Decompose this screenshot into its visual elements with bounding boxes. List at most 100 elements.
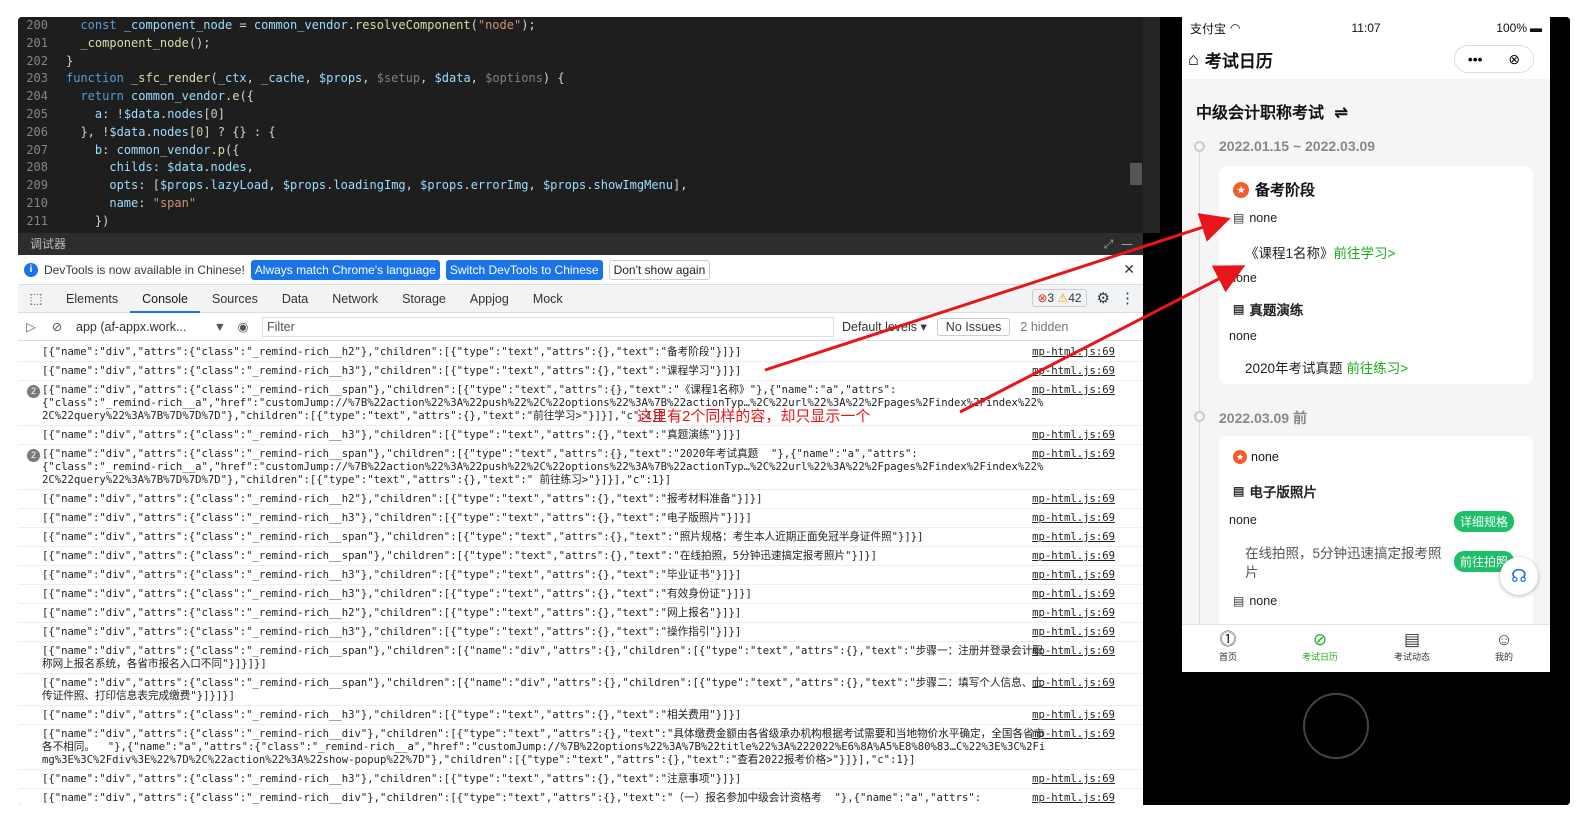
- phone-screen: 支付宝 ◠ 11:07 100% ▬ ⌂ 考试日历 ••• ⊗ 中级会计职称考试…: [1182, 17, 1550, 672]
- tab-mock[interactable]: Mock: [521, 285, 575, 313]
- tab-appjog[interactable]: Appjog: [458, 285, 521, 313]
- source-link[interactable]: mp-html.js:69: [1032, 626, 1115, 639]
- console-output[interactable]: [{"name":"div","attrs":{"class":"_remind…: [18, 343, 1143, 805]
- no-issues-button[interactable]: No Issues: [936, 317, 1011, 336]
- tab-storage[interactable]: Storage: [390, 285, 458, 313]
- clear-console-icon[interactable]: ⊘: [44, 319, 70, 334]
- source-link[interactable]: mp-html.js:69: [1032, 550, 1115, 563]
- source-link[interactable]: mp-html.js:69: [1032, 773, 1115, 786]
- switch-chinese-button[interactable]: Switch DevTools to Chinese: [445, 259, 603, 280]
- console-log-row[interactable]: [{"name":"div","attrs":{"class":"_remind…: [18, 623, 1143, 642]
- tab-data[interactable]: Data: [270, 285, 320, 313]
- source-link[interactable]: mp-html.js:69: [1032, 677, 1115, 690]
- tab-mine-label: 我的: [1494, 652, 1513, 662]
- tab-elements[interactable]: Elements: [54, 285, 130, 313]
- photo-heading: ▤ 电子版照片: [1233, 481, 1317, 501]
- tab-news[interactable]: ▤ 考试动态: [1366, 625, 1458, 672]
- console-log-row[interactable]: 2 [{"name":"div","attrs":{"class":"_remin…: [18, 445, 1143, 490]
- go-practice-link[interactable]: 前往练习>: [1346, 357, 1408, 377]
- source-link[interactable]: mp-html.js:69: [1032, 493, 1115, 506]
- source-link[interactable]: mp-html.js:69: [1032, 709, 1115, 722]
- console-log-row[interactable]: [{"name":"div","attrs":{"class":"_remind…: [18, 725, 1143, 770]
- console-log-row[interactable]: [{"name":"div","attrs":{"class":"_remind…: [18, 770, 1143, 789]
- console-log-row[interactable]: [{"name":"div","attrs":{"class":"_remind…: [18, 642, 1143, 674]
- sidebar-toggle-icon[interactable]: ▷: [18, 319, 44, 334]
- home-icon[interactable]: ⌂: [1188, 49, 1199, 70]
- source-link[interactable]: mp-html.js:69: [1032, 588, 1115, 601]
- code-text: return common_vendor.e({: [80, 89, 254, 104]
- swap-icon[interactable]: ⇌: [1334, 105, 1347, 122]
- source-link[interactable]: mp-html.js:69: [1032, 429, 1115, 442]
- phone-home-button[interactable]: [1303, 693, 1369, 759]
- more-icon[interactable]: •••: [1468, 51, 1483, 67]
- console-log-row[interactable]: [{"name":"div","attrs":{"class":"_remind…: [18, 566, 1143, 585]
- console-log-row[interactable]: [{"name":"div","attrs":{"class":"_remind…: [18, 706, 1143, 725]
- console-log-row[interactable]: [{"name":"div","attrs":{"class":"_remind…: [18, 509, 1143, 528]
- source-link[interactable]: mp-html.js:69: [1032, 512, 1115, 525]
- line-number: 206: [26, 124, 48, 139]
- go-study-link[interactable]: 前往学习>: [1334, 242, 1396, 262]
- console-log-row[interactable]: [{"name":"div","attrs":{"class":"_remind…: [18, 426, 1143, 445]
- compass-icon: ⊘: [1312, 630, 1328, 649]
- tab-home[interactable]: ⓵ 首页: [1182, 625, 1274, 672]
- exam-title[interactable]: 中级会计职称考试 ⇌: [1196, 99, 1348, 123]
- inspect-element-icon[interactable]: ⬚: [18, 285, 54, 313]
- line-number: 200: [26, 18, 48, 32]
- tab-mine[interactable]: ☺ 我的: [1458, 625, 1550, 672]
- close-circle-icon[interactable]: ⊗: [1508, 51, 1520, 68]
- detail-spec-button[interactable]: 详细规格: [1454, 511, 1515, 532]
- info-icon: i: [24, 262, 38, 277]
- log-message: [{"name":"div","attrs":{"class":"_remind…: [42, 569, 742, 581]
- log-message: [{"name":"div","attrs":{"class":"_remind…: [42, 645, 1043, 670]
- capsule-menu: ••• ⊗: [1454, 45, 1534, 73]
- code-editor[interactable]: 200 const _component_node = common_vendo…: [18, 17, 1143, 233]
- console-log-row[interactable]: 2 [{"name":"div","attrs":{"class":"_remin…: [18, 381, 1143, 426]
- source-link[interactable]: mp-html.js:69: [1032, 365, 1115, 378]
- eye-icon[interactable]: ◉: [230, 319, 256, 334]
- stage-name: 备考阶段: [1255, 182, 1316, 199]
- source-link[interactable]: mp-html.js:69: [1032, 448, 1115, 461]
- console-log-row[interactable]: [{"name":"div","attrs":{"class":"_remind…: [18, 674, 1143, 706]
- tab-sources[interactable]: Sources: [200, 285, 270, 313]
- console-log-row[interactable]: [{"name":"div","attrs":{"class":"_remind…: [18, 547, 1143, 566]
- exam-name: 中级会计职称考试: [1196, 105, 1325, 122]
- console-log-row[interactable]: [{"name":"div","attrs":{"class":"_remind…: [18, 343, 1143, 362]
- more-menu-icon[interactable]: ⋮: [1120, 289, 1135, 307]
- source-link[interactable]: mp-html.js:69: [1032, 569, 1115, 582]
- warning-icon: ⚠: [1057, 291, 1069, 305]
- log-message: [{"name":"div","attrs":{"class":"_remind…: [42, 531, 924, 543]
- editor-scrollbar[interactable]: [1130, 163, 1142, 185]
- close-icon[interactable]: ✕: [1123, 261, 1135, 278]
- tab-calendar[interactable]: ⊘ 考试日历: [1274, 625, 1366, 672]
- source-link[interactable]: mp-html.js:69: [1032, 792, 1115, 805]
- console-log-row[interactable]: [{"name":"div","attrs":{"class":"_remind…: [18, 604, 1143, 623]
- console-log-row[interactable]: [{"name":"div","attrs":{"class":"_remind…: [18, 490, 1143, 509]
- context-select[interactable]: app (af-appx.work... ▼: [70, 320, 230, 334]
- stage-heading: ★ 备考阶段: [1233, 179, 1315, 200]
- log-levels-select[interactable]: Default levels ▾: [842, 319, 927, 334]
- source-link[interactable]: mp-html.js:69: [1032, 346, 1115, 359]
- dont-show-button[interactable]: Don't show again: [608, 259, 711, 280]
- tab-network[interactable]: Network: [320, 285, 390, 313]
- filter-input[interactable]: Filter: [262, 316, 834, 337]
- gear-icon[interactable]: ⚙: [1097, 289, 1110, 307]
- code-text: function _sfc_render(_ctx, _cache, $prop…: [66, 71, 565, 86]
- source-link[interactable]: mp-html.js:69: [1032, 384, 1115, 397]
- panel-controls[interactable]: ⤢ —: [1104, 233, 1133, 255]
- line-number: 210: [26, 195, 48, 210]
- practice-none: none: [1229, 329, 1257, 343]
- code-text: const _component_node = common_vendor.re…: [80, 18, 536, 32]
- tab-news-label: 考试动态: [1393, 652, 1430, 662]
- tab-console[interactable]: Console: [130, 285, 200, 313]
- match-language-button[interactable]: Always match Chrome's language: [250, 259, 440, 280]
- customer-service-icon[interactable]: ☊: [1500, 557, 1538, 595]
- source-link[interactable]: mp-html.js:69: [1032, 728, 1115, 741]
- console-log-row[interactable]: [{"name":"div","attrs":{"class":"_remind…: [18, 528, 1143, 547]
- console-log-row[interactable]: [{"name":"div","attrs":{"class":"_remind…: [18, 789, 1143, 805]
- error-warning-counter[interactable]: ⊗3 ⚠42: [1032, 289, 1087, 307]
- source-link[interactable]: mp-html.js:69: [1032, 645, 1115, 658]
- source-link[interactable]: mp-html.js:69: [1032, 607, 1115, 620]
- console-log-row[interactable]: [{"name":"div","attrs":{"class":"_remind…: [18, 585, 1143, 604]
- console-log-row[interactable]: [{"name":"div","attrs":{"class":"_remind…: [18, 362, 1143, 381]
- source-link[interactable]: mp-html.js:69: [1032, 531, 1115, 544]
